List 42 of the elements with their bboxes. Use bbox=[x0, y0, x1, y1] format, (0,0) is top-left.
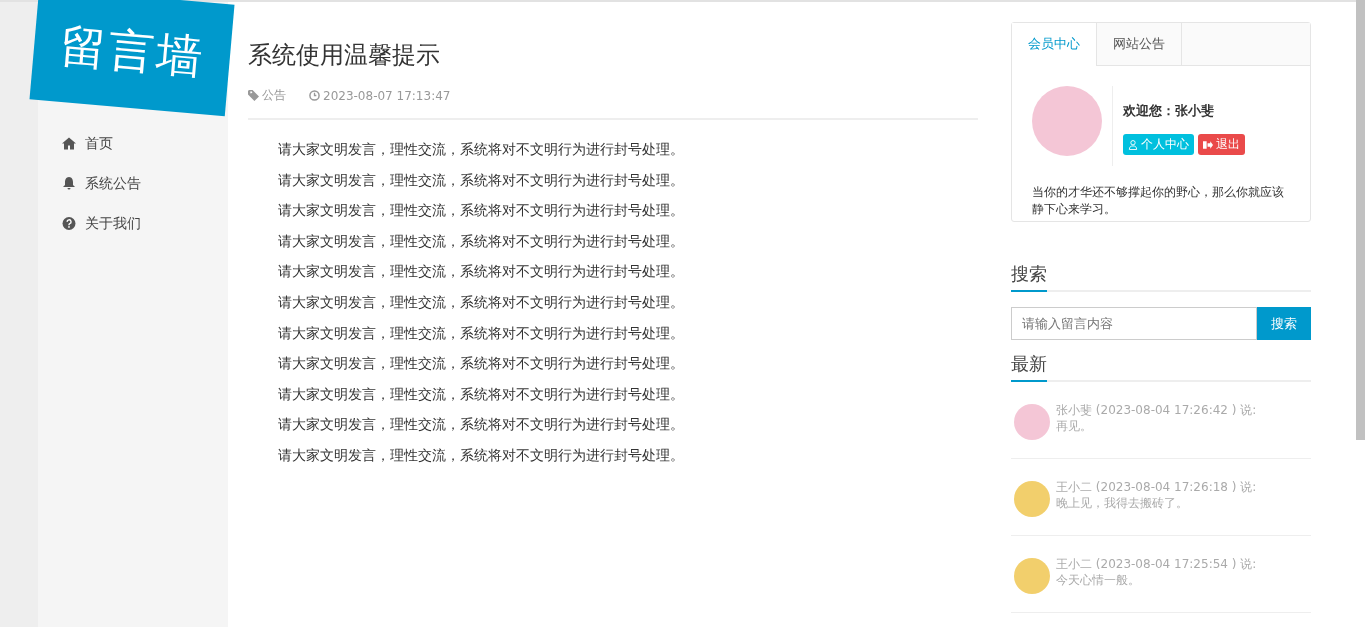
article-category: 公告 bbox=[262, 87, 286, 104]
article-paragraph: 请大家文明发言，理性交流，系统将对不文明行为进行封号处理。 bbox=[278, 170, 685, 189]
welcome-text: 欢迎您：张小斐 bbox=[1123, 102, 1215, 120]
message-header: 王小二 (2023-08-04 17:26:18 ) 说: bbox=[1056, 479, 1257, 495]
article-paragraph: 请大家文明发言，理性交流，系统将对不文明行为进行封号处理。 bbox=[278, 292, 685, 311]
search-button[interactable]: 搜索 bbox=[1257, 307, 1311, 340]
message-header: 张小斐 (2023-08-04 17:26:42 ) 说: bbox=[1056, 402, 1257, 418]
profile-button[interactable]: 个人中心 bbox=[1123, 134, 1194, 155]
article-paragraph: 请大家文明发言，理性交流，系统将对不文明行为进行封号处理。 bbox=[278, 201, 685, 220]
article-paragraph: 请大家文明发言，理性交流，系统将对不文明行为进行封号处理。 bbox=[278, 415, 685, 434]
nav-link[interactable]: 首页 bbox=[62, 132, 141, 155]
message-text: 晚上见，我得去搬砖了。 bbox=[1056, 495, 1189, 511]
article-paragraph: 请大家文明发言，理性交流，系统将对不文明行为进行封号处理。 bbox=[278, 354, 685, 373]
article-paragraph: 请大家文明发言，理性交流，系统将对不文明行为进行封号处理。 bbox=[278, 140, 685, 158]
message-text: 今天心情一般。 bbox=[1056, 572, 1141, 588]
article-paragraph: 请大家文明发言，理性交流，系统将对不文明行为进行封号处理。 bbox=[278, 445, 685, 464]
article-date: 2023-08-07 17:13:47 bbox=[323, 88, 451, 103]
logo[interactable]: 留言墙 bbox=[29, 0, 235, 117]
nav-link[interactable]: 系统公告 bbox=[62, 172, 141, 195]
logout-icon bbox=[1203, 139, 1213, 150]
question-icon bbox=[62, 217, 76, 230]
scrollbar[interactable] bbox=[1356, 0, 1365, 440]
section-heading: 搜索 bbox=[1011, 262, 1311, 292]
article-paragraph: 请大家文明发言，理性交流，系统将对不文明行为进行封号处理。 bbox=[278, 384, 685, 403]
nav-link[interactable]: 关于我们 bbox=[62, 212, 141, 235]
article-paragraph: 请大家文明发言，理性交流，系统将对不文明行为进行封号处理。 bbox=[278, 323, 685, 342]
message-text: 再见。 bbox=[1056, 418, 1093, 434]
user-icon bbox=[1128, 139, 1138, 150]
tag-icon bbox=[248, 90, 259, 101]
search-field[interactable]: 请输入留言内容 bbox=[1011, 307, 1257, 340]
section-heading: 最新 bbox=[1011, 352, 1311, 382]
clock-icon bbox=[309, 90, 320, 101]
article-paragraph: 请大家文明发言，理性交流，系统将对不文明行为进行封号处理。 bbox=[278, 231, 685, 250]
message-header: 王小二 (2023-08-04 17:25:54 ) 说: bbox=[1056, 556, 1257, 572]
article-paragraph: 请大家文明发言，理性交流，系统将对不文明行为进行封号处理。 bbox=[278, 262, 685, 281]
home-icon bbox=[62, 137, 76, 150]
logout-button[interactable]: 退出 bbox=[1198, 134, 1245, 155]
article-title: 系统使用温馨提示 bbox=[248, 40, 441, 71]
tab[interactable]: 会员中心 bbox=[1012, 23, 1097, 66]
bell-icon bbox=[62, 177, 76, 190]
motto-text: 当你的才华还不够撑起你的野心，那么你就应该静下心来学习。 bbox=[1031, 184, 1285, 218]
tab[interactable]: 网站公告 bbox=[1097, 23, 1182, 65]
